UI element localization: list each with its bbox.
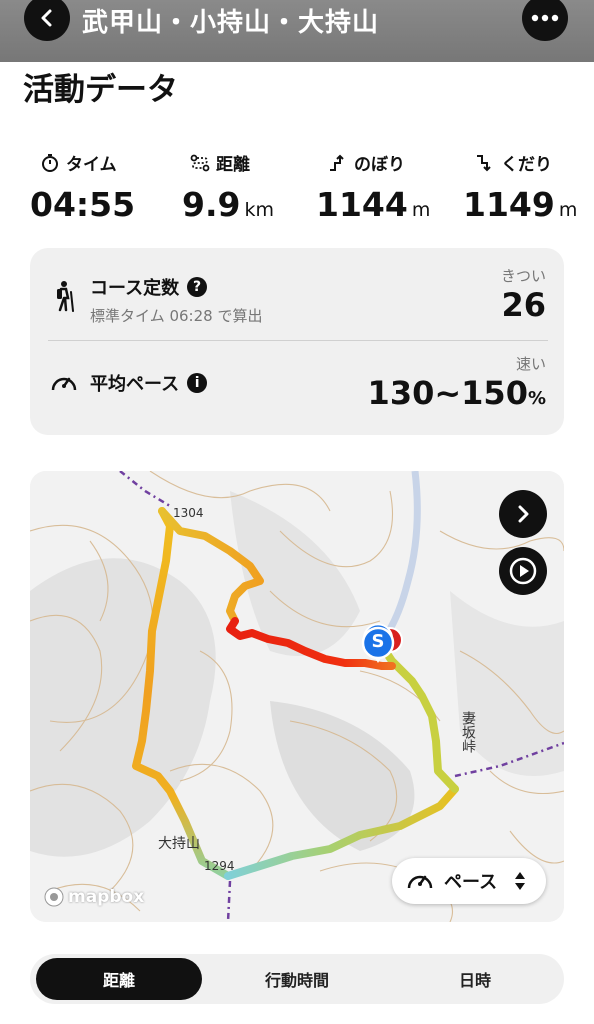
mapbox-logo: mapbox: [44, 887, 144, 907]
map-label-mountain: 大持山: [158, 836, 200, 852]
chevron-right-icon: [518, 505, 529, 523]
info-icon[interactable]: i: [187, 373, 208, 393]
stat-ascent-label: のぼり: [354, 155, 405, 175]
stat-distance-unit: km: [244, 199, 274, 221]
course-title: コース定数: [90, 278, 180, 299]
card-divider: [48, 340, 548, 341]
stat-descent-unit: m: [558, 199, 578, 221]
mapbox-attribution: mapbox: [68, 887, 145, 907]
route-map[interactable]: 1304 1294 大持山 妻坂峠 S mapbox ペース: [30, 471, 564, 922]
map-label-pass: 妻坂峠: [460, 711, 476, 753]
stat-distance: 距離 9.9 km: [182, 150, 322, 224]
graph-tabs: 距離 行動時間 日時: [30, 954, 564, 1004]
hiker-icon: [57, 281, 74, 312]
stat-descent-value: 1149: [463, 185, 555, 224]
stat-ascent-value: 1144: [316, 185, 408, 224]
section-title: 活動データ: [23, 72, 178, 108]
stat-time-label: タイム: [66, 155, 117, 175]
play-icon: [509, 557, 537, 585]
pace-selector-label: ペース: [444, 872, 498, 893]
speedometer-icon: [51, 377, 77, 391]
stat-distance-label: 距離: [216, 155, 250, 175]
speedometer-icon: [407, 875, 433, 889]
course-value: 26: [501, 286, 546, 324]
course-subtitle: 標準タイム 06:28 で算出: [90, 307, 263, 325]
stat-time-value: 04:55: [30, 185, 136, 224]
pace-speed-label: 速い: [515, 355, 546, 373]
tab-datetime[interactable]: 日時: [392, 958, 558, 1000]
mapbox-icon: [44, 887, 64, 907]
ellipsis-icon: [531, 14, 559, 22]
more-button[interactable]: [522, 0, 568, 41]
map-label-peak1: 1304: [173, 506, 204, 520]
pace-selector-button[interactable]: ペース: [392, 858, 546, 904]
play-button[interactable]: [499, 547, 547, 595]
stopwatch-icon: [42, 153, 58, 172]
stat-ascent-unit: m: [411, 199, 431, 221]
pace-title: 平均ペース: [90, 374, 180, 395]
stat-descent-label: くだり: [501, 155, 552, 175]
page-title: 武甲山・小持山・大持山: [82, 8, 380, 38]
ascent-icon: [330, 154, 344, 171]
tab-distance[interactable]: 距離: [36, 958, 202, 1000]
stat-time: タイム 04:55: [30, 150, 170, 224]
activity-screen: 武甲山・小持山・大持山 活動データ タイム 04:55 距離 9.9 km のぼ…: [0, 0, 594, 1024]
help-icon[interactable]: ?: [187, 277, 208, 297]
course-pace-card: コース定数 ? 標準タイム 06:28 で算出 きつい 26 平均ペース i 速…: [30, 248, 564, 435]
route-icon: [190, 154, 210, 171]
chevron-left-icon: [41, 9, 52, 27]
map-label-peak2: 1294: [204, 859, 235, 873]
next-button[interactable]: [499, 490, 547, 538]
back-button[interactable]: [24, 0, 70, 41]
map-terrain: [30, 471, 564, 922]
course-difficulty-label: きつい: [500, 267, 546, 285]
tab-activity-time[interactable]: 行動時間: [214, 958, 380, 1000]
pace-value: 130~150: [367, 374, 528, 412]
descent-icon: [477, 154, 491, 171]
stat-descent: くだり 1149 m: [463, 150, 594, 224]
start-marker-label: S: [371, 631, 385, 652]
stat-distance-value: 9.9: [182, 185, 241, 224]
sort-arrows-icon: [515, 872, 526, 890]
top-bar: 武甲山・小持山・大持山: [0, 0, 594, 62]
stat-ascent: のぼり 1144 m: [316, 150, 456, 224]
pace-unit: %: [527, 388, 546, 409]
